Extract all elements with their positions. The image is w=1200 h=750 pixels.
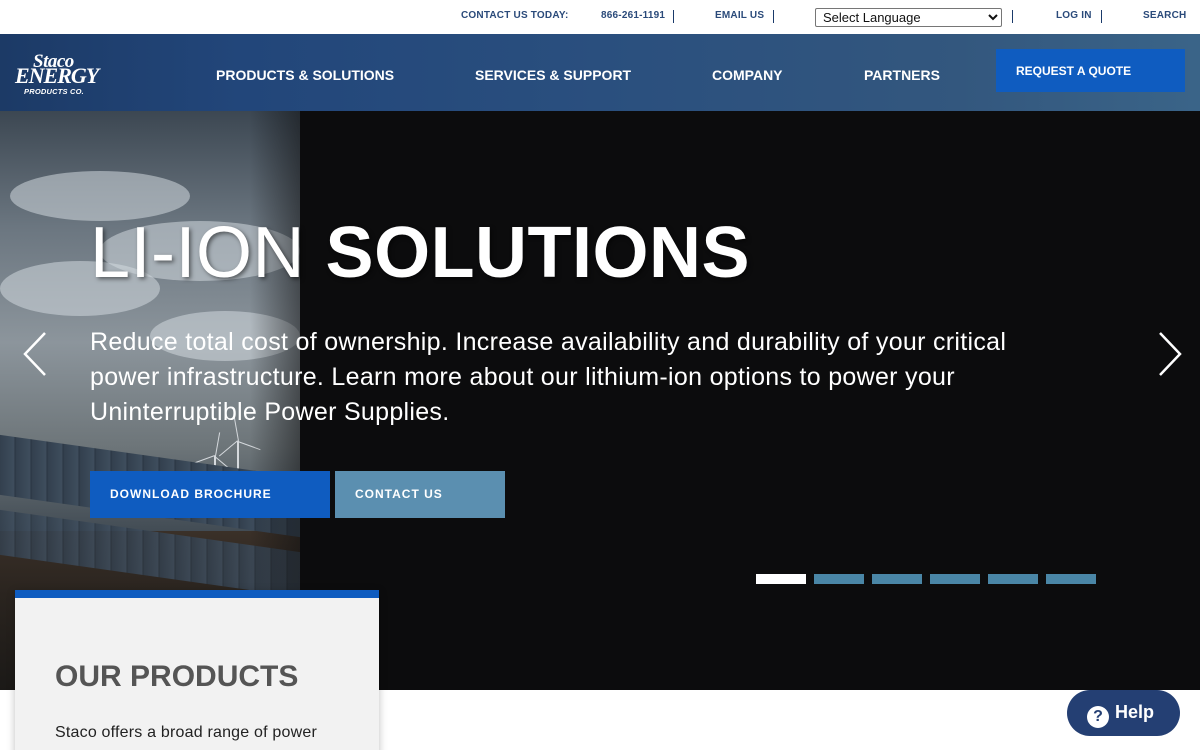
hero-title-light: LI-ION <box>90 213 306 293</box>
logo-text-products-co: PRODUCTS CO. <box>24 87 84 96</box>
page: CONTACT US TODAY: 866-261-1191 EMAIL US … <box>0 0 1200 750</box>
email-us-link[interactable]: EMAIL US <box>715 10 764 21</box>
nav-partners[interactable]: PARTNERS <box>864 67 940 83</box>
slider-dot-6[interactable] <box>1046 574 1096 584</box>
help-label: Help <box>1115 702 1155 722</box>
hero-title-bold: SOLUTIONS <box>325 213 751 293</box>
question-mark-icon: ? <box>1087 706 1109 728</box>
staco-energy-logo[interactable]: Staco ENERGY PRODUCTS CO. <box>15 52 107 98</box>
our-products-card: OUR PRODUCTS Staco offers a broad range … <box>15 590 379 750</box>
main-header: Staco ENERGY PRODUCTS CO. PRODUCTS & SOL… <box>0 34 1200 111</box>
phone-link[interactable]: 866-261-1191 <box>601 10 665 21</box>
contact-us-button[interactable]: CONTACT US <box>335 471 505 518</box>
products-heading-light: OUR <box>55 660 122 693</box>
request-quote-button[interactable]: REQUEST A QUOTE <box>996 49 1185 92</box>
contact-us-today-label: CONTACT US TODAY: <box>461 10 569 21</box>
nav-services-support[interactable]: SERVICES & SUPPORT <box>475 67 631 83</box>
products-heading: OUR PRODUCTS <box>55 660 298 694</box>
products-description: Staco offers a broad range of power <box>55 724 317 741</box>
log-in-link[interactable]: LOG IN <box>1056 10 1092 21</box>
products-heading-bold: PRODUCTS <box>130 660 299 693</box>
slider-dot-5[interactable] <box>988 574 1038 584</box>
chevron-left-icon[interactable] <box>21 331 51 377</box>
download-brochure-button[interactable]: DOWNLOAD BROCHURE <box>90 471 330 518</box>
chevron-right-icon[interactable] <box>1154 331 1184 377</box>
search-link[interactable]: SEARCH <box>1143 10 1186 21</box>
turbine-blade <box>218 440 238 457</box>
divider <box>673 10 674 23</box>
slider-dot-4[interactable] <box>930 574 980 584</box>
divider <box>1012 10 1013 23</box>
slider-dot-2[interactable] <box>814 574 864 584</box>
nav-products-solutions[interactable]: PRODUCTS & SOLUTIONS <box>216 67 394 83</box>
utility-bar: CONTACT US TODAY: 866-261-1191 EMAIL US … <box>0 0 1200 34</box>
slider-dot-1[interactable] <box>756 574 806 584</box>
hero-description: Reduce total cost of ownership. Increase… <box>90 328 1007 426</box>
logo-text-energy: ENERGY <box>15 63 99 88</box>
language-select[interactable]: Select Language <box>815 8 1002 27</box>
slider-dot-3[interactable] <box>872 574 922 584</box>
nav-company[interactable]: COMPANY <box>712 67 783 83</box>
divider <box>773 10 774 23</box>
turbine-blade <box>215 432 221 457</box>
help-button[interactable]: ? Help <box>1067 690 1180 736</box>
divider <box>1101 10 1102 23</box>
hero-title: LI-ION SOLUTIONS <box>90 213 750 293</box>
